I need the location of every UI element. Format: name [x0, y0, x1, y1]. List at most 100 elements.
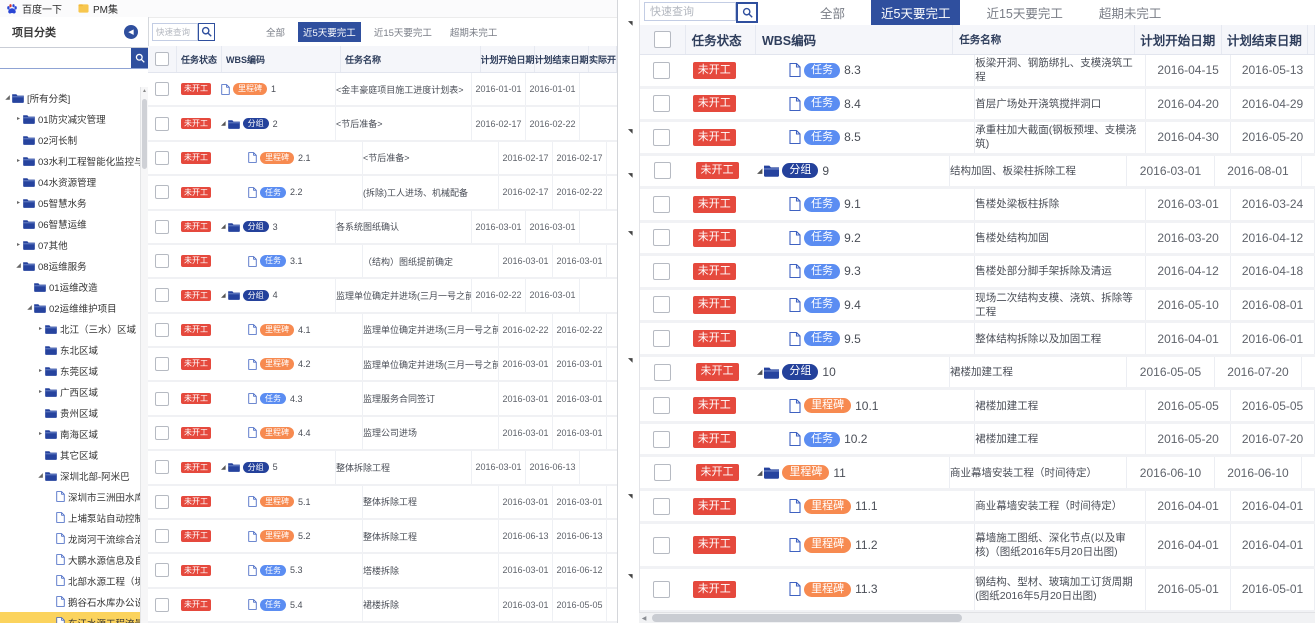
- task-row[interactable]: 未开工◢分组3各系统图纸确认2016-03-012016-03-01: [148, 211, 617, 245]
- row-checkbox[interactable]: [654, 162, 671, 179]
- row-checkbox[interactable]: [155, 254, 169, 268]
- row-checkbox[interactable]: [654, 364, 671, 381]
- select-all-checkbox[interactable]: [155, 52, 169, 66]
- task-row[interactable]: 未开工◢分组2<节后准备>2016-02-172016-02-22: [148, 107, 617, 141]
- task-row[interactable]: 未开工任务9.4现场二次结构支模、浇筑、拆除等工程2016-05-102016-…: [640, 290, 1315, 324]
- tree-item[interactable]: ◢[所有分类]: [0, 87, 141, 108]
- row-checkbox[interactable]: [653, 330, 670, 347]
- tree-item[interactable]: 01运维改造: [0, 276, 141, 297]
- row-checkbox[interactable]: [155, 357, 169, 371]
- tree-item[interactable]: ◢深圳北部-阿米巴: [0, 465, 141, 486]
- tree-item[interactable]: ◢08运维服务: [0, 255, 141, 276]
- filter-button[interactable]: 近5天要完工: [298, 22, 361, 42]
- filter-button[interactable]: 近15天要完工: [976, 0, 1072, 26]
- row-checkbox[interactable]: [653, 431, 670, 448]
- tree-item[interactable]: 06智慧运维: [0, 213, 141, 234]
- task-row[interactable]: 未开工里程碑4.1监理单位确定并进场(三月一号之前进场)2016-02-2220…: [148, 314, 617, 348]
- tree-item[interactable]: ▸北江（三水）区域: [0, 318, 141, 339]
- row-checkbox[interactable]: [155, 220, 169, 234]
- right-search-button[interactable]: [736, 2, 758, 23]
- expand-arrow-icon[interactable]: ▸: [36, 325, 45, 332]
- scroll-left-arrow-icon[interactable]: ◀: [639, 613, 649, 623]
- row-checkbox[interactable]: [653, 229, 670, 246]
- sidebar-search-button[interactable]: [131, 48, 148, 68]
- tree-item[interactable]: ▸07其他: [0, 234, 141, 255]
- row-checkbox[interactable]: [155, 288, 169, 302]
- expand-arrow-icon[interactable]: ▸: [36, 388, 45, 395]
- tree-item[interactable]: 深圳市三洲田水库三防安全信息: [0, 486, 141, 507]
- row-checkbox[interactable]: [155, 495, 169, 509]
- task-row[interactable]: 未开工里程碑11.3钢结构、型材、玻璃加工订货周期(图纸2016年5月20日出图…: [640, 569, 1315, 613]
- row-checkbox[interactable]: [653, 129, 670, 146]
- row-checkbox[interactable]: [653, 196, 670, 213]
- task-row[interactable]: 未开工任务8.3板梁开洞、钢筋绑扎、支模浇筑工程2016-04-152016-0…: [640, 55, 1315, 89]
- horizontal-scrollbar-thumb[interactable]: [652, 614, 962, 622]
- task-row[interactable]: 未开工◢里程碑11商业幕墙安装工程（时间待定）2016-06-102016-06…: [640, 457, 1315, 491]
- tree-item[interactable]: 北部水源工程（境内）监控系统: [0, 570, 141, 591]
- filter-button[interactable]: 全部: [810, 0, 855, 26]
- row-checkbox[interactable]: [155, 151, 169, 165]
- tree-scrollbar-thumb[interactable]: [142, 99, 147, 169]
- collapse-arrow-icon[interactable]: ◢: [3, 94, 12, 101]
- expand-arrow-icon[interactable]: ▸: [36, 430, 45, 437]
- row-checkbox[interactable]: [653, 296, 670, 313]
- tree-item[interactable]: ▸05智慧水务: [0, 192, 141, 213]
- task-row[interactable]: 未开工里程碑11.1商业幕墙安装工程（时间待定）2016-04-012016-0…: [640, 491, 1315, 525]
- task-row[interactable]: 未开工任务8.4首层广场处开浇筑搅拌洞口2016-04-202016-04-29: [640, 89, 1315, 123]
- collapse-arrow-icon[interactable]: ◢: [757, 167, 762, 175]
- row-checkbox[interactable]: [155, 529, 169, 543]
- bookmark-item[interactable]: 百度一下: [6, 1, 62, 16]
- middle-search-input[interactable]: [152, 23, 198, 41]
- tree-item[interactable]: 04水资源管理: [0, 171, 141, 192]
- row-checkbox[interactable]: [654, 464, 671, 481]
- task-row[interactable]: 未开工◢分组9结构加固、板梁柱拆除工程2016-03-012016-08-01: [640, 156, 1315, 190]
- task-row[interactable]: 未开工里程碑5.2整体拆除工程2016-06-132016-06-13: [148, 520, 617, 554]
- filter-button[interactable]: 全部: [261, 22, 290, 42]
- sidebar-search-input[interactable]: [0, 48, 131, 68]
- task-row[interactable]: 未开工任务9.5整体结构拆除以及加固工程2016-04-012016-06-01: [640, 323, 1315, 357]
- expand-arrow-icon[interactable]: ▸: [14, 115, 23, 122]
- filter-button[interactable]: 近5天要完工: [871, 0, 960, 26]
- tree-item[interactable]: 东北区域: [0, 339, 141, 360]
- row-checkbox[interactable]: [653, 498, 670, 515]
- task-row[interactable]: 未开工任务9.3售楼处部分脚手架拆除及清运2016-04-122016-04-1…: [640, 256, 1315, 290]
- tree-item[interactable]: 大鹏水源信息及自动化维护项目: [0, 549, 141, 570]
- task-row[interactable]: 未开工里程碑2.1<节后准备>2016-02-172016-02-17: [148, 142, 617, 176]
- row-checkbox[interactable]: [155, 563, 169, 577]
- tree-item[interactable]: ▸东莞区域: [0, 360, 141, 381]
- collapse-arrow-icon[interactable]: ◢: [221, 223, 226, 230]
- tree-item[interactable]: ▸南海区域: [0, 423, 141, 444]
- collapse-arrow-icon[interactable]: ◢: [14, 262, 23, 269]
- task-row[interactable]: 未开工里程碑4.4监理公司进场2016-03-012016-03-01: [148, 417, 617, 451]
- tree-item[interactable]: ▸01防灾减灾管理: [0, 108, 141, 129]
- task-row[interactable]: 未开工里程碑10.1裙楼加建工程2016-05-052016-05-05: [640, 390, 1315, 424]
- tree-item[interactable]: 02河长制: [0, 129, 141, 150]
- task-row[interactable]: 未开工◢分组10裙楼加建工程2016-05-052016-07-20: [640, 357, 1315, 391]
- row-checkbox[interactable]: [653, 263, 670, 280]
- task-row[interactable]: 未开工里程碑11.2幕墙施工图纸、深化节点(以及审核)（图纸2016年5月20日…: [640, 524, 1315, 568]
- tree-scrollbar[interactable]: ▲: [140, 87, 148, 623]
- middle-search-button[interactable]: [198, 23, 215, 41]
- collapse-arrow-icon[interactable]: ◢: [757, 469, 762, 477]
- tree-item[interactable]: 龙岗河干流综合治理二期工程-: [0, 528, 141, 549]
- tree-item[interactable]: ▸03水利工程智能化监控与调度管理: [0, 150, 141, 171]
- select-all-checkbox[interactable]: [654, 31, 671, 48]
- task-row[interactable]: 未开工里程碑5.1整体拆除工程2016-03-012016-03-01: [148, 486, 617, 520]
- task-row[interactable]: 未开工任务3.1（结构）图纸提前确定2016-03-012016-03-01: [148, 245, 617, 279]
- task-row[interactable]: 未开工里程碑4.2监理单位确定并进场(三月一号之前进场)2016-03-0120…: [148, 348, 617, 382]
- task-row[interactable]: 未开工◢分组5整体拆除工程2016-03-012016-06-13: [148, 451, 617, 485]
- collapse-arrow-icon[interactable]: ◢: [221, 464, 226, 471]
- tree-item[interactable]: 其它区域: [0, 444, 141, 465]
- row-checkbox[interactable]: [653, 581, 670, 598]
- collapse-arrow-icon[interactable]: ◢: [221, 292, 226, 299]
- tree-item[interactable]: 贵州区域: [0, 402, 141, 423]
- row-checkbox[interactable]: [653, 62, 670, 79]
- row-checkbox[interactable]: [155, 598, 169, 612]
- task-row[interactable]: 未开工任务2.2(拆除)工人进场、机械配备2016-02-172016-02-2…: [148, 176, 617, 210]
- row-checkbox[interactable]: [653, 537, 670, 554]
- task-row[interactable]: 未开工里程碑1<金丰豪庭项目施工进度计划表>2016-01-012016-01-…: [148, 73, 617, 107]
- task-row[interactable]: 未开工任务5.3塔楼拆除2016-03-012016-06-12: [148, 554, 617, 588]
- collapse-arrow-icon[interactable]: ◢: [25, 304, 34, 311]
- row-checkbox[interactable]: [155, 426, 169, 440]
- expand-arrow-icon[interactable]: ▸: [14, 199, 23, 206]
